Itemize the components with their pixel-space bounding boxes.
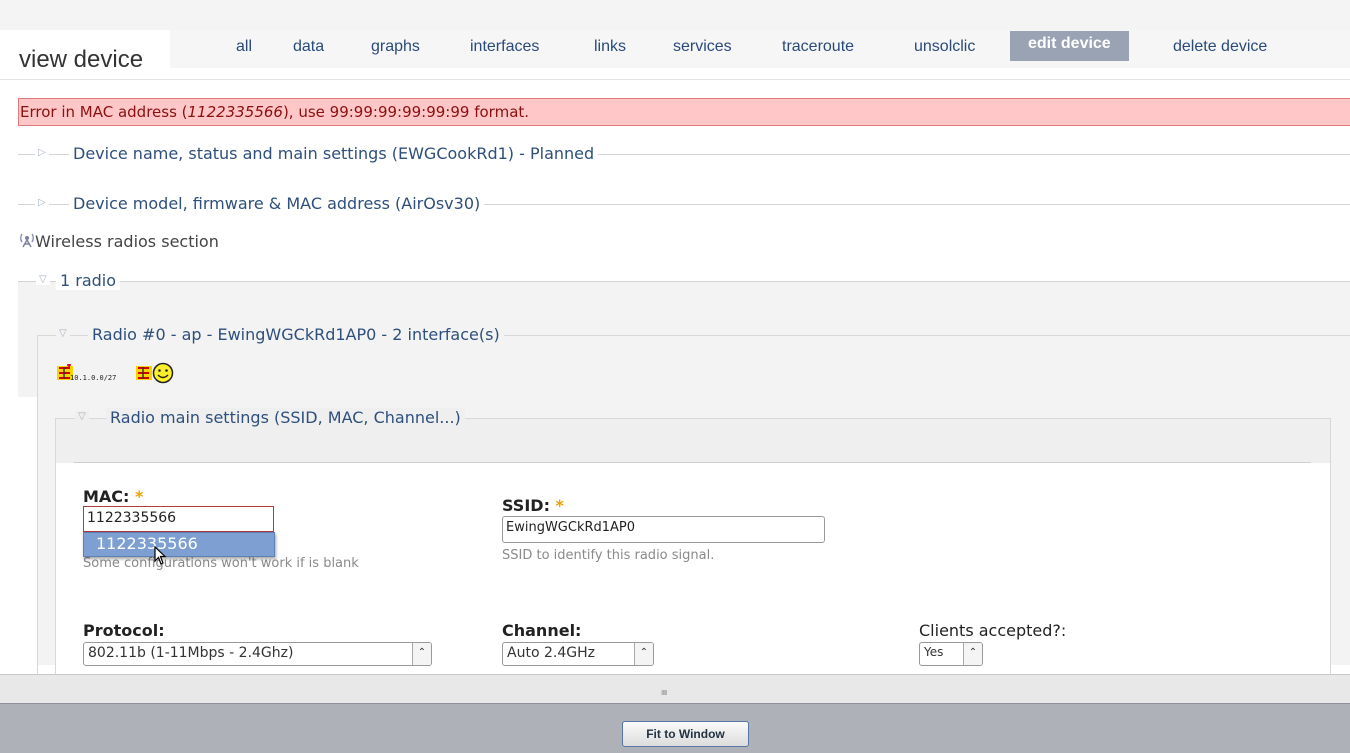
dropdown-arrow-icon: ⌃ xyxy=(412,643,431,665)
tab-services[interactable]: services xyxy=(673,36,732,58)
collapse-triangle-icon[interactable]: ▷ xyxy=(35,147,49,158)
clients-select[interactable]: Yes ⌃ xyxy=(919,642,983,666)
channel-select[interactable]: Auto 2.4GHz ⌃ xyxy=(502,642,654,666)
mac-label-text: MAC: xyxy=(83,487,130,506)
mac-input[interactable]: 1122335566 xyxy=(83,506,274,532)
header-band xyxy=(0,0,1350,30)
page-title: view device xyxy=(19,46,144,73)
wireless-radios-label: Wireless radios section xyxy=(35,232,219,251)
mac-autocomplete-suggestion[interactable]: 1122335566 xyxy=(83,532,275,557)
ssid-label: SSID: * xyxy=(502,496,564,515)
channel-label: Channel: xyxy=(502,621,582,640)
ssid-input[interactable]: EwingWGCkRd1AP0 xyxy=(502,516,825,543)
inner-divider xyxy=(74,462,1311,463)
wireless-icon xyxy=(19,232,34,248)
tab-delete-device[interactable]: delete device xyxy=(1173,36,1267,58)
expand-triangle-icon[interactable]: ▽ xyxy=(56,328,70,339)
tab-traceroute[interactable]: traceroute xyxy=(782,36,854,58)
required-mark: * xyxy=(555,496,564,515)
collapse-triangle-icon[interactable]: ▷ xyxy=(35,197,49,208)
section-radio0[interactable]: Radio #0 - ap - EwingWGCkRd1AP0 - 2 inte… xyxy=(88,325,504,344)
required-mark: * xyxy=(135,487,144,506)
expand-triangle-icon[interactable]: ▽ xyxy=(75,411,89,422)
tab-links[interactable]: links xyxy=(594,36,626,58)
protocol-selected: 802.11b (1-11Mbps - 2.4Ghz) xyxy=(88,645,294,661)
ssid-label-text: SSID: xyxy=(502,496,550,515)
header-divider xyxy=(0,79,1350,80)
tab-data[interactable]: data xyxy=(293,36,324,58)
expand-triangle-icon[interactable]: ▽ xyxy=(36,274,50,285)
clients-label: Clients accepted?: xyxy=(919,621,1067,640)
ssid-help: SSID to identify this radio signal. xyxy=(502,548,715,563)
section-radio-main-settings[interactable]: Radio main settings (SSID, MAC, Channel.… xyxy=(106,408,465,427)
clients-selected: Yes xyxy=(924,645,944,659)
dropdown-arrow-icon: ⌃ xyxy=(963,643,982,665)
fieldset-border xyxy=(18,281,1350,282)
mac-label: MAC: * xyxy=(83,487,143,506)
wireless-radios-heading: Wireless radios section xyxy=(19,232,219,251)
ip-subnet-text: 10.1.0.0/27 xyxy=(70,374,117,382)
splitter-grip-icon[interactable]: IIIII xyxy=(661,689,667,697)
tab-graphs[interactable]: graphs xyxy=(371,36,420,58)
error-prefix: Error in MAC address ( xyxy=(20,103,188,121)
protocol-select[interactable]: 802.11b (1-11Mbps - 2.4Ghz) ⌃ xyxy=(83,642,432,666)
error-value: 1122335566 xyxy=(187,103,283,121)
section-device-name[interactable]: Device name, status and main settings (E… xyxy=(69,144,599,163)
smiley-icon[interactable] xyxy=(152,362,174,388)
error-message: Error in MAC address (1122335566), use 9… xyxy=(18,98,1350,126)
protocol-label: Protocol: xyxy=(83,621,165,640)
section-device-model[interactable]: Device model, firmware & MAC address (Ai… xyxy=(69,194,485,213)
link-status-icon[interactable] xyxy=(135,364,153,386)
dropdown-arrow-icon: ⌃ xyxy=(634,643,653,665)
pane-splitter[interactable] xyxy=(0,674,1350,703)
tab-all[interactable]: all xyxy=(236,36,252,58)
error-suffix: ), use 99:99:99:99:99:99 format. xyxy=(282,103,530,121)
section-radio-count[interactable]: 1 radio xyxy=(56,271,121,290)
tab-edit-device[interactable]: edit device xyxy=(1010,31,1129,61)
mac-help: Some configurations won't work if is bla… xyxy=(83,556,359,571)
mouse-cursor-icon xyxy=(154,545,168,570)
tab-unsolclic[interactable]: unsolclic xyxy=(914,36,975,58)
fit-to-window-button[interactable]: Fit to Window xyxy=(622,721,749,747)
channel-selected: Auto 2.4GHz xyxy=(507,645,595,661)
tab-interfaces[interactable]: interfaces xyxy=(470,36,539,58)
